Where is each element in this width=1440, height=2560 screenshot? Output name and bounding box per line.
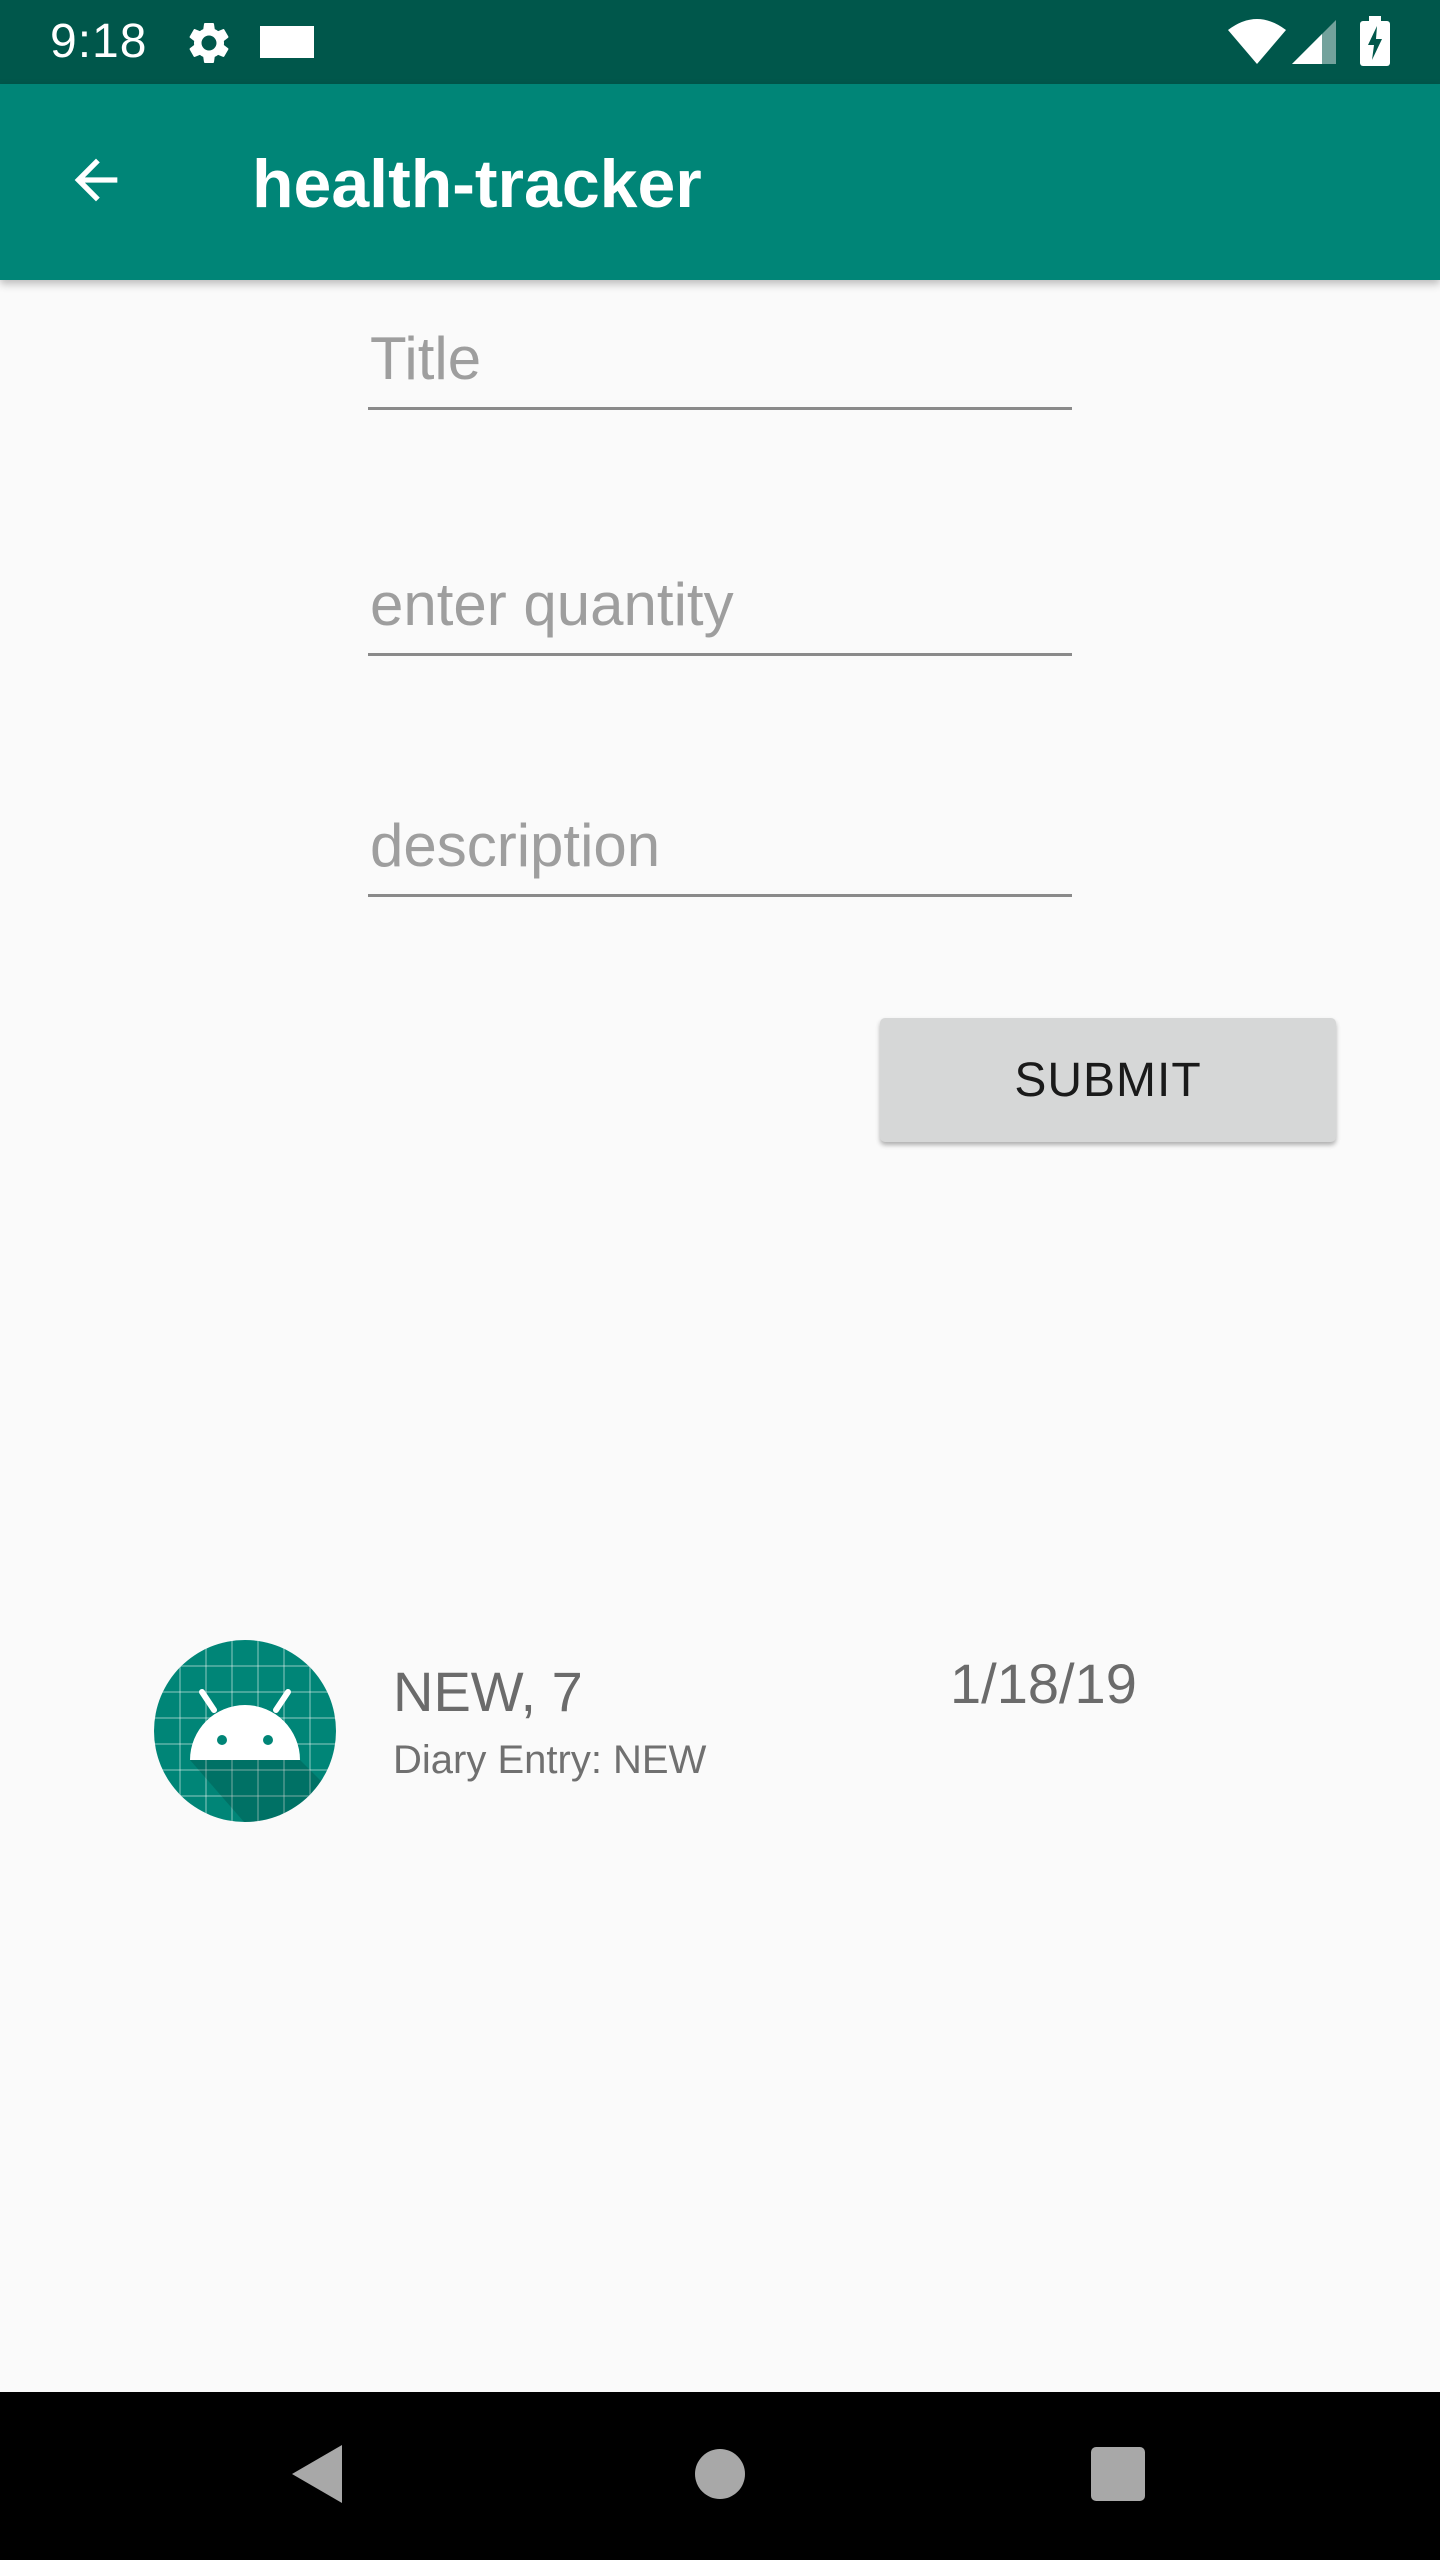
entry-title: NEW, 7: [393, 1660, 583, 1723]
battery-charging-icon: [1360, 16, 1390, 71]
back-triangle-icon: [288, 2443, 348, 2510]
recents-square-icon: [1091, 2446, 1145, 2506]
app-bar: health-tracker: [0, 84, 1440, 280]
cell-signal-icon: [1292, 20, 1336, 69]
android-robot-icon: [154, 1640, 336, 1822]
submit-button[interactable]: SUBMIT: [880, 1018, 1336, 1142]
description-input[interactable]: [368, 797, 1072, 897]
status-bar: 9:18: [0, 0, 1440, 84]
nav-recents-button[interactable]: [1062, 2420, 1174, 2532]
settings-gear-icon: [184, 18, 234, 73]
nav-back-button[interactable]: [262, 2420, 374, 2532]
wifi-icon: [1228, 18, 1286, 69]
nav-home-button[interactable]: [664, 2420, 776, 2532]
navigation-bar: [0, 2392, 1440, 2560]
status-time: 9:18: [50, 15, 148, 68]
entry-date: 1/18/19: [950, 1652, 1137, 1715]
entry-subtitle: Diary Entry: NEW: [393, 1738, 707, 1782]
notification-rect-icon: [260, 26, 314, 63]
back-button[interactable]: [48, 134, 144, 230]
arrow-back-icon: [64, 148, 128, 217]
quantity-input[interactable]: [368, 556, 1072, 656]
home-circle-icon: [694, 2448, 746, 2505]
title-input[interactable]: [368, 310, 1072, 410]
list-item[interactable]: NEW, 7 Diary Entry: NEW 1/18/19: [140, 1630, 1300, 1830]
app-title: health-tracker: [252, 146, 702, 222]
